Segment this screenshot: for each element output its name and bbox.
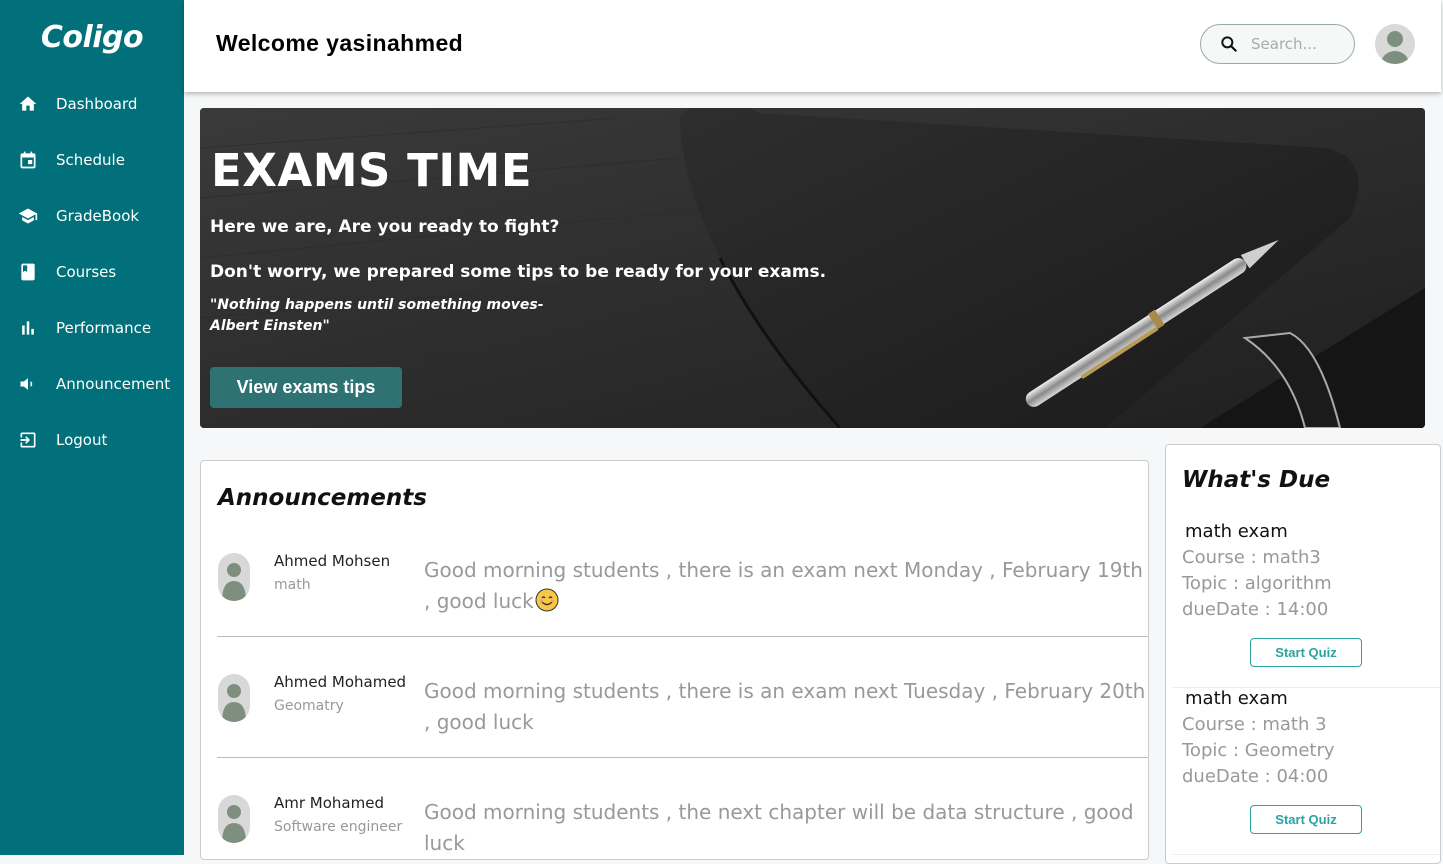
due-item-topic: Topic : Geometry [1182, 740, 1335, 761]
sidebar-item-gradebook[interactable]: GradeBook [0, 188, 184, 244]
user-avatar[interactable] [1375, 24, 1415, 64]
avatar [218, 553, 250, 601]
announcement-item[interactable]: Ahmed Mohamed Geomatry Good morning stud… [217, 637, 1148, 758]
exams-banner: EXAMS TIME Here we are, Are you ready to… [200, 108, 1425, 428]
start-quiz-button[interactable]: Start Quiz [1250, 805, 1362, 834]
due-item: math exam Course : math 3 Topic : Geomet… [1172, 688, 1440, 855]
announcements-title: Announcements [218, 485, 427, 511]
due-item-date: dueDate : 04:00 [1182, 766, 1329, 787]
sidebar-nav: Dashboard Schedule GradeBook Courses Per… [0, 76, 184, 468]
sidebar-item-announcement[interactable]: Announcement [0, 356, 184, 412]
book-icon [18, 262, 38, 282]
whats-due-title: What's Due [1182, 467, 1331, 493]
announcement-author: Ahmed Mohamed [274, 673, 407, 691]
start-quiz-button[interactable]: Start Quiz [1250, 638, 1362, 667]
announcements-panel: Announcements Ahmed Mohsen math Good mor… [200, 460, 1149, 860]
megaphone-icon [18, 374, 38, 394]
logout-icon [18, 430, 38, 450]
welcome-title: Welcome yasinahmed [216, 30, 464, 56]
sidebar-item-label: Announcement [56, 375, 171, 393]
search-input[interactable] [1251, 35, 1341, 53]
due-item: math exam Course : math3 Topic : algorit… [1172, 521, 1440, 688]
sidebar-item-logout[interactable]: Logout [0, 412, 184, 468]
due-item-name: math exam [1185, 688, 1288, 709]
sidebar: Coligo Dashboard Schedule GradeBook Cour… [0, 0, 184, 855]
sidebar-item-performance[interactable]: Performance [0, 300, 184, 356]
search-icon [1221, 36, 1237, 52]
due-item-name: math exam [1185, 521, 1288, 542]
bar-chart-icon [18, 318, 38, 338]
banner-title: EXAMS TIME [211, 144, 533, 197]
sidebar-item-label: Courses [56, 263, 117, 281]
announcement-item[interactable]: Amr Mohamed Software engineer Good morni… [217, 758, 1148, 859]
announcement-author: Amr Mohamed [274, 794, 384, 812]
announcement-message: Good morning students , there is an exam… [424, 558, 1143, 613]
sidebar-item-label: Logout [56, 431, 108, 449]
announcement-author: Ahmed Mohsen [274, 552, 391, 570]
sidebar-item-dashboard[interactable]: Dashboard [0, 76, 184, 132]
due-item-date: dueDate : 14:00 [1182, 599, 1329, 620]
calendar-icon [18, 150, 38, 170]
sidebar-item-schedule[interactable]: Schedule [0, 132, 184, 188]
view-exams-tips-button[interactable]: View exams tips [210, 367, 402, 408]
home-icon [18, 94, 38, 114]
announcement-message: Good morning students , the next chapter… [424, 800, 1134, 855]
app-logo: Coligo [40, 20, 144, 55]
announcement-subject: Geomatry [274, 698, 344, 714]
sidebar-item-label: Dashboard [56, 95, 138, 113]
search-box[interactable] [1200, 24, 1355, 64]
graduation-cap-icon [18, 206, 38, 226]
sidebar-item-courses[interactable]: Courses [0, 244, 184, 300]
sidebar-item-label: GradeBook [56, 207, 140, 225]
announcement-message: Good morning students , there is an exam… [424, 679, 1146, 734]
smile-emoji-icon [535, 588, 559, 612]
avatar [218, 795, 250, 843]
banner-subtitle: Here we are, Are you ready to fight? [210, 217, 560, 237]
whats-due-panel: What's Due math exam Course : math3 Topi… [1165, 444, 1441, 864]
due-item-course: Course : math3 [1182, 547, 1321, 568]
top-header: Welcome yasinahmed [184, 0, 1441, 92]
announcement-item[interactable]: Ahmed Mohsen math Good morning students … [217, 516, 1148, 637]
banner-text: Don't worry, we prepared some tips to be… [210, 262, 827, 282]
announcement-subject: Software engineer [274, 819, 403, 835]
avatar [218, 674, 250, 722]
due-item-course: Course : math 3 [1182, 714, 1327, 735]
announcement-subject: math [274, 577, 311, 593]
sidebar-item-label: Performance [56, 319, 152, 337]
due-item-topic: Topic : algorithm [1182, 573, 1332, 594]
sidebar-item-label: Schedule [56, 151, 125, 169]
banner-quote: "Nothing happens until something moves- … [210, 297, 544, 334]
